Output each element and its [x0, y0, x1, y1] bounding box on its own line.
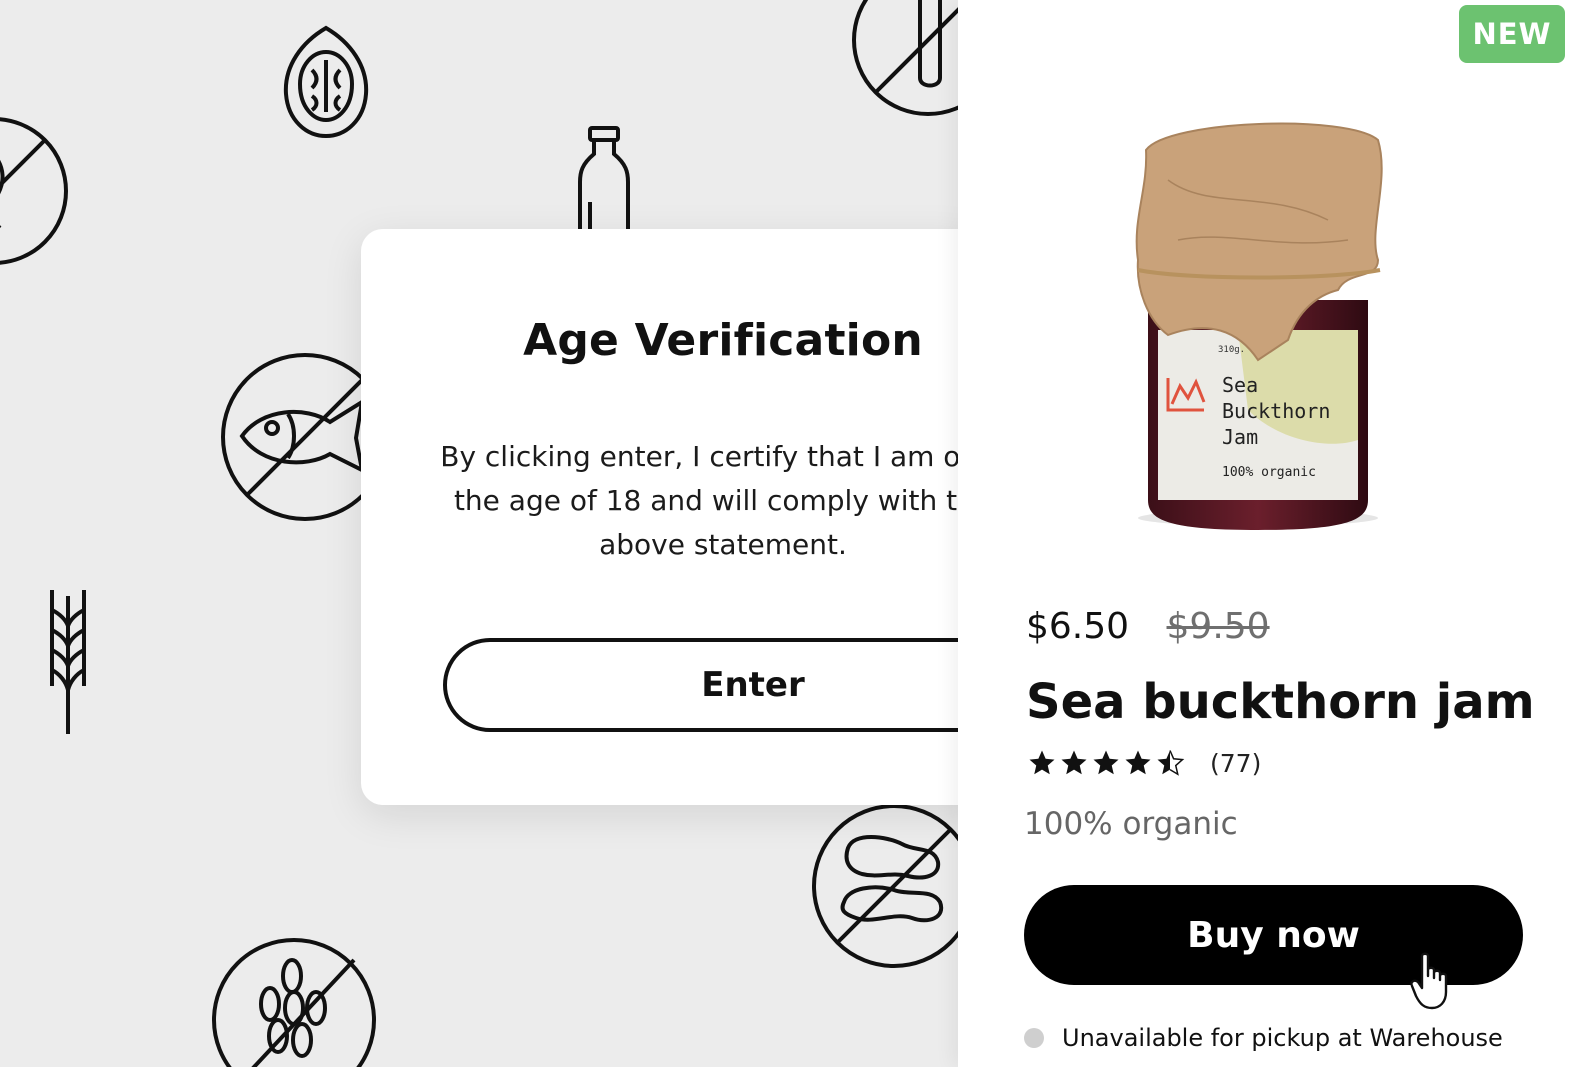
star-icon	[1093, 750, 1119, 775]
new-badge: NEW	[1459, 5, 1565, 63]
status-dot	[1024, 1028, 1044, 1048]
age-verification-modal: Age Verification By clicking enter, I ce…	[361, 229, 1063, 805]
sale-price: $6.50	[1026, 606, 1130, 647]
star-icon	[1061, 750, 1087, 775]
svg-text:Sea: Sea	[1222, 373, 1258, 397]
modal-body-text: By clicking enter, I certify that I am o…	[440, 440, 1006, 561]
no-peanut-icon	[808, 800, 958, 972]
product-image[interactable]: 310g. Sea Buckthorn Jam 100% organic	[1128, 120, 1408, 544]
product-title: Sea buckthorn jam	[1026, 674, 1535, 730]
bottle-icon	[576, 124, 632, 234]
cursor-hand-icon	[1410, 952, 1458, 1014]
walnut-icon	[278, 22, 374, 142]
original-price: $9.50	[1166, 606, 1270, 647]
pickup-text: Unavailable for pickup at Warehouse	[1062, 1024, 1503, 1052]
star-icon	[1125, 750, 1151, 775]
svg-text:Buckthorn: Buckthorn	[1222, 399, 1330, 423]
product-card: NEW 310g. Sea Buckthorn Jam 100% organic	[958, 0, 1589, 1067]
price-row: $6.50 $9.50	[1026, 606, 1270, 647]
star-icon	[1029, 750, 1055, 775]
jar-weight: 310g.	[1218, 345, 1245, 355]
no-seeds-icon	[208, 934, 380, 1067]
product-subtitle: 100% organic	[1024, 806, 1238, 842]
wheat-icon	[46, 586, 90, 736]
no-fork-icon	[848, 0, 958, 120]
rating-count: (77)	[1210, 748, 1262, 778]
enter-button-label: Enter	[701, 665, 805, 705]
half-star-icon	[1157, 750, 1185, 776]
jar-tagline: 100% organic	[1222, 465, 1316, 480]
rating-row[interactable]: (77)	[1026, 748, 1261, 778]
star-rating	[1026, 748, 1186, 778]
svg-text:Jam: Jam	[1222, 425, 1258, 449]
no-shellfish-icon	[0, 110, 72, 272]
pickup-status: Unavailable for pickup at Warehouse	[1024, 1024, 1503, 1052]
